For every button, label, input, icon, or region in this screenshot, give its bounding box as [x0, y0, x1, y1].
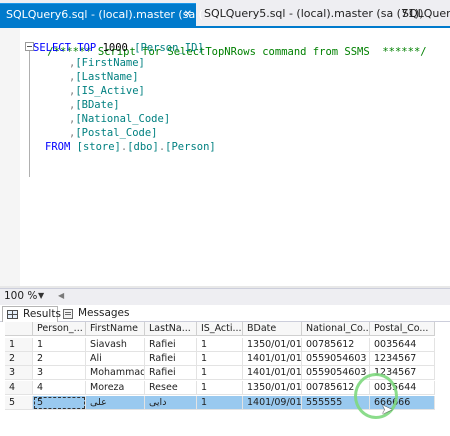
document-tab-strip: SQLQuery6.sql - (local).master (sa (73))…	[0, 0, 450, 26]
tab-label: SQLQuery6.sql - (local).master (sa (73))	[6, 8, 226, 21]
table-schema: [dbo]	[127, 141, 159, 153]
code-line-col-5: ,[National_Code]	[69, 112, 170, 127]
grid-cell[interactable]: 1401/01/01	[243, 352, 302, 366]
tab-results[interactable]: Results	[2, 306, 61, 322]
grid-cell[interactable]: 1401/09/01	[243, 396, 302, 410]
grid-cell[interactable]: Rafiei	[145, 352, 197, 366]
grid-cell[interactable]: 1350/01/01	[243, 338, 302, 352]
select-keyword: SELECT	[33, 42, 71, 54]
from-keyword: FROM	[45, 141, 71, 153]
code-line-col-2: ,[LastName]	[69, 70, 139, 85]
code-line-select: SELECT TOP 1000 [Person_ID]	[33, 41, 204, 56]
tab-sqlquery3[interactable]: SQLQuery3	[396, 3, 450, 26]
column-header[interactable]: FirstName	[86, 322, 145, 336]
grid-cell[interactable]: Rafiei	[145, 366, 197, 380]
table-database: [store]	[76, 141, 121, 153]
row-number[interactable]: 1	[5, 338, 33, 352]
grid-cell[interactable]: 1234567	[370, 352, 435, 366]
grid-cell[interactable]: 1	[33, 338, 86, 352]
tab-label: SQLQuery5.sql - (local).master (sa (71))	[204, 7, 424, 20]
zoom-bar: 100 % ▼ ◀	[0, 288, 450, 305]
code-line-col-4: ,[BDate]	[69, 98, 120, 113]
grid-cell[interactable]: 1350/01/01	[243, 381, 302, 395]
grid-cell[interactable]: 3	[33, 366, 86, 380]
grid-cell[interactable]: 0559054603	[302, 366, 370, 380]
tab-messages[interactable]: Messages	[58, 306, 130, 322]
grid-cell[interactable]: 1401/01/01	[243, 366, 302, 380]
top-keyword: TOP	[77, 42, 97, 54]
mouse-cursor-icon: ➤	[381, 402, 393, 418]
grid-icon	[7, 310, 18, 319]
grid-cell[interactable]: 00785612	[302, 338, 370, 352]
grid-cell[interactable]: 1	[197, 352, 243, 366]
code-line-col-6: ,[Postal_Code]	[69, 126, 158, 141]
tab-messages-label: Messages	[78, 307, 130, 319]
column-person-id: [Person_ID]	[134, 42, 204, 54]
column-header[interactable]: Person_...	[33, 322, 86, 336]
grid-cell[interactable]: 1	[197, 338, 243, 352]
row-number[interactable]: 5	[5, 396, 33, 410]
tab-results-label: Results	[23, 308, 61, 320]
column-name: [IS_Active]	[75, 85, 145, 97]
column-name: [FirstName]	[75, 57, 145, 69]
grid-cell[interactable]: Mohammad	[86, 366, 145, 380]
grid-cell[interactable]: Rafiei	[145, 338, 197, 352]
grid-cell[interactable]: Siavash	[86, 338, 145, 352]
results-tab-strip: Results Messages	[0, 305, 450, 322]
grid-cell[interactable]: دایی	[145, 396, 197, 410]
grid-cell[interactable]: 1	[197, 396, 243, 410]
grid-cell[interactable]: 1	[197, 381, 243, 395]
column-name: [LastName]	[75, 71, 139, 83]
grid-corner[interactable]	[5, 322, 33, 336]
close-icon[interactable]: ✕	[184, 4, 192, 26]
scroll-left-icon[interactable]: ◀	[58, 291, 64, 300]
tab-sqlquery6[interactable]: SQLQuery6.sql - (local).master (sa (73))…	[0, 3, 226, 26]
code-line-from: FROM [store].[dbo].[Person]	[45, 140, 216, 155]
column-name: [National_Code]	[75, 113, 171, 125]
messages-icon	[63, 309, 73, 319]
grid-cell[interactable]: 2	[33, 352, 86, 366]
chevron-down-icon[interactable]: ▼	[38, 291, 44, 300]
grid-cell[interactable]: علی	[86, 396, 145, 410]
grid-cell[interactable]: 0035644	[370, 338, 435, 352]
grid-cell[interactable]: 0559054603	[302, 352, 370, 366]
grid-cell[interactable]: Ali	[86, 352, 145, 366]
table-row[interactable]: 2 2 Ali Rafiei 1 1401/01/01 0559054603 1…	[5, 352, 435, 366]
column-header[interactable]: Postal_Co...	[370, 322, 435, 336]
column-header[interactable]: National_Co...	[302, 322, 370, 336]
grid-cell-focused[interactable]: 5	[33, 396, 86, 410]
column-header[interactable]: IS_Acti...	[197, 322, 243, 336]
row-number[interactable]: 3	[5, 366, 33, 380]
zoom-level[interactable]: 100 %	[4, 290, 37, 302]
grid-cell[interactable]: Resee	[145, 381, 197, 395]
row-number[interactable]: 2	[5, 352, 33, 366]
column-header[interactable]: LastNa...	[145, 322, 197, 336]
column-name: [BDate]	[75, 99, 120, 111]
grid-header-row: Person_... FirstName LastNa... IS_Acti..…	[5, 322, 435, 336]
table-row[interactable]: 1 1 Siavash Rafiei 1 1350/01/01 00785612…	[5, 338, 435, 352]
tab-label: SQLQuery3	[402, 7, 450, 20]
grid-cell[interactable]: Moreza	[86, 381, 145, 395]
row-number[interactable]: 4	[5, 381, 33, 395]
grid-cell[interactable]: 4	[33, 381, 86, 395]
tab-sqlquery5[interactable]: SQLQuery5.sql - (local).master (sa (71))	[198, 3, 424, 26]
column-header[interactable]: BDate	[243, 322, 302, 336]
grid-cell[interactable]: 1	[197, 366, 243, 380]
editor-gutter	[0, 28, 20, 286]
table-name: [Person]	[165, 141, 216, 153]
column-name: [Postal_Code]	[75, 127, 158, 139]
top-value: 1000	[102, 42, 128, 54]
code-line-col-3: ,[IS_Active]	[69, 84, 145, 99]
code-line-col-1: ,[FirstName]	[69, 56, 145, 71]
query-editor[interactable]: /****** Script for SelectTopNRows comman…	[0, 28, 450, 286]
